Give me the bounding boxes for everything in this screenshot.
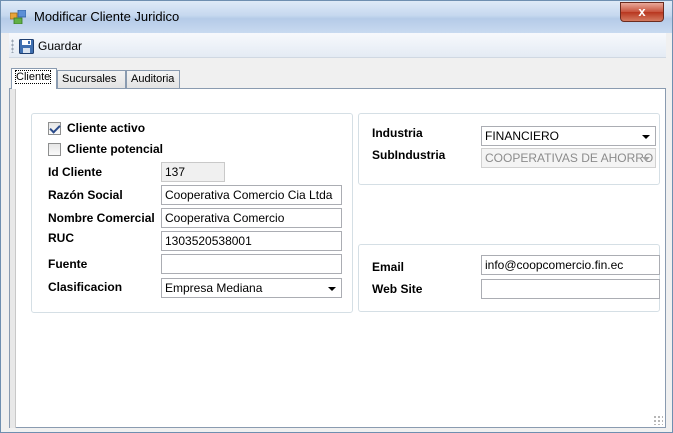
active-checkbox-label: Cliente activo (67, 121, 146, 135)
client-info-group: Cliente activo Cliente potencial Id Clie… (31, 113, 353, 313)
save-button-label: Guardar (38, 39, 83, 53)
contact-group: Email info@coopcomercio.fin.ec Web Site (358, 244, 660, 312)
tab-panel-cliente: Cliente activo Cliente potencial Id Clie… (9, 88, 666, 428)
floppy-disk-icon (19, 38, 34, 54)
industria-dropdown[interactable]: FINANCIERO (481, 126, 656, 146)
potential-checkbox-row[interactable]: Cliente potencial (48, 142, 163, 156)
razon-social-field[interactable]: Cooperativa Comercio Cia Ltda (161, 185, 342, 205)
industria-value: FINANCIERO (485, 129, 560, 143)
subindustria-dropdown: COOPERATIVAS DE AHORRO (481, 148, 656, 168)
window: Modificar Cliente Juridico x Guardar Cli… (0, 0, 673, 433)
active-checkbox-row[interactable]: Cliente activo (48, 121, 145, 135)
close-icon: x (638, 4, 646, 19)
website-label: Web Site (372, 282, 423, 296)
tab-cliente-label: Cliente (14, 70, 52, 84)
chevron-down-icon (642, 157, 650, 161)
toolbar-grip[interactable] (11, 39, 14, 53)
potential-checkbox-label: Cliente potencial (67, 142, 164, 156)
website-field[interactable] (481, 279, 660, 299)
ruc-field[interactable]: 1303520538001 (161, 231, 342, 251)
tab-cliente[interactable]: Cliente (11, 68, 57, 89)
fuente-label: Fuente (48, 257, 88, 271)
email-label: Email (372, 260, 405, 274)
clasificacion-dropdown[interactable]: Empresa Mediana (161, 278, 342, 298)
window-title: Modificar Cliente Juridico (34, 9, 180, 24)
id-label: Id Cliente (48, 165, 103, 179)
nombre-comercial-field[interactable]: Cooperativa Comercio (161, 208, 342, 228)
tab-sucursales[interactable]: Sucursales (57, 70, 126, 88)
razon-social-label: Razón Social (48, 188, 123, 202)
chevron-down-icon[interactable] (328, 287, 336, 291)
ruc-label: RUC (48, 231, 74, 245)
tab-sucursales-label: Sucursales (62, 73, 117, 85)
client-area: Cliente Sucursales Auditoria Cliente act… (9, 58, 666, 428)
clasificacion-label: Clasificacion (48, 280, 123, 294)
tab-auditoria[interactable]: Auditoria (126, 70, 180, 88)
vertical-scrollbar[interactable] (10, 89, 16, 428)
tab-auditoria-label: Auditoria (131, 73, 175, 85)
id-field: 137 (161, 162, 225, 182)
industria-label: Industria (372, 126, 423, 140)
nombre-comercial-label: Nombre Comercial (48, 211, 155, 225)
potential-checkbox[interactable] (48, 142, 61, 156)
fuente-field[interactable] (161, 254, 342, 274)
title-bar[interactable]: Modificar Cliente Juridico x (1, 1, 672, 33)
resize-grip[interactable] (653, 415, 663, 425)
clasificacion-value: Empresa Mediana (165, 281, 263, 295)
industry-group: Industria FINANCIERO SubIndustria COOPER… (358, 113, 660, 185)
chevron-down-icon[interactable] (642, 135, 650, 139)
close-button[interactable]: x (620, 2, 664, 22)
email-field[interactable]: info@coopcomercio.fin.ec (481, 255, 660, 275)
toolbar: Guardar (9, 33, 666, 58)
subindustria-value: COOPERATIVAS DE AHORRO (485, 151, 654, 165)
save-button[interactable]: Guardar (19, 37, 82, 55)
active-checkbox[interactable] (48, 121, 61, 135)
subindustria-label: SubIndustria (372, 148, 446, 162)
form-app-icon (10, 10, 26, 24)
